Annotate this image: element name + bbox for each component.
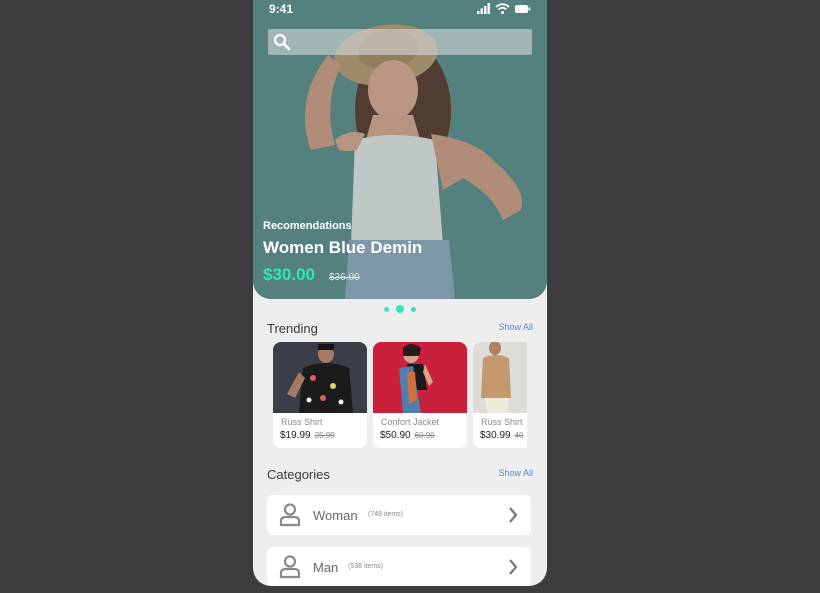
chevron-right-icon[interactable] [508, 507, 518, 523]
carousel-dot-2[interactable] [396, 305, 404, 313]
product-old-price: 40 [514, 431, 524, 440]
product-image [373, 342, 467, 413]
product-price-row: $50.90 60.90 [380, 430, 435, 441]
hero-info: Recomendations Women Blue Demin $30.00 $… [263, 220, 422, 285]
status-bar: 9:41 [253, 0, 547, 18]
trending-show-all-link[interactable]: Show All [498, 322, 533, 332]
carousel-dot-1[interactable] [384, 306, 389, 312]
categories-show-all-link[interactable]: Show All [498, 468, 533, 478]
status-time: 9:41 [269, 2, 294, 16]
product-name: Confort Jacket [381, 417, 440, 427]
product-name: Russ Shirt [481, 417, 523, 427]
trending-carousel[interactable]: Russ Shirt $19.99 25.99 Confort Jacket $… [273, 342, 527, 449]
signal-icon [477, 3, 490, 14]
hero-old-price: $36.00 [329, 272, 360, 283]
search-bar[interactable] [268, 29, 532, 57]
category-count: (748 items) [368, 511, 404, 518]
category-count: (538 items) [348, 563, 384, 570]
product-card[interactable]: Russ Shirt $30.99 40 [473, 342, 527, 448]
category-name: Man [313, 560, 339, 575]
category-name: Woman [313, 508, 358, 523]
battery-icon [515, 5, 531, 13]
product-photo-shirt [473, 342, 527, 413]
product-price-row: $19.99 25.99 [280, 430, 335, 441]
category-item-man[interactable]: Man (538 items) [267, 547, 531, 586]
product-card[interactable]: Confort Jacket $50.90 60.90 [373, 342, 467, 448]
trending-header: Trending Show All [267, 320, 533, 338]
product-photo-shirt [273, 342, 367, 413]
product-price: $30.99 [480, 430, 511, 441]
recommendations-label: Recomendations [263, 220, 352, 232]
hero-price-row: $30.00 $36.00 [263, 265, 422, 285]
wifi-icon [495, 3, 510, 14]
search-input[interactable] [296, 29, 530, 57]
chevron-right-icon[interactable] [508, 559, 518, 575]
product-price: $50.90 [380, 430, 411, 441]
product-photo-jacket [373, 342, 467, 413]
product-price-row: $30.99 40 [480, 430, 524, 441]
category-item-woman[interactable]: Woman (748 items) [267, 495, 531, 535]
carousel-dot-3[interactable] [411, 306, 416, 312]
user-icon [279, 555, 301, 579]
product-price: $19.99 [280, 430, 311, 441]
categories-header: Categories Show All [267, 466, 533, 484]
hero-price: $30.00 [263, 265, 315, 284]
product-name: Russ Shirt [281, 417, 323, 427]
product-card[interactable]: Russ Shirt $19.99 25.99 [273, 342, 367, 448]
carousel-dots [384, 305, 416, 313]
product-image [473, 342, 527, 413]
product-old-price: 60.90 [414, 431, 435, 440]
user-icon [279, 503, 301, 527]
hero-banner[interactable]: 9:41 Recomendations Women Blue Demin $30… [253, 0, 547, 299]
categories-title: Categories [267, 467, 330, 482]
status-icons [477, 3, 531, 14]
search-icon[interactable] [273, 33, 291, 51]
trending-title: Trending [267, 321, 318, 336]
hero-product-title[interactable]: Women Blue Demin [263, 238, 422, 258]
phone-screen: 9:41 Recomendations Women Blue Demin $30… [253, 0, 547, 586]
product-old-price: 25.99 [314, 431, 335, 440]
product-image [273, 342, 367, 413]
